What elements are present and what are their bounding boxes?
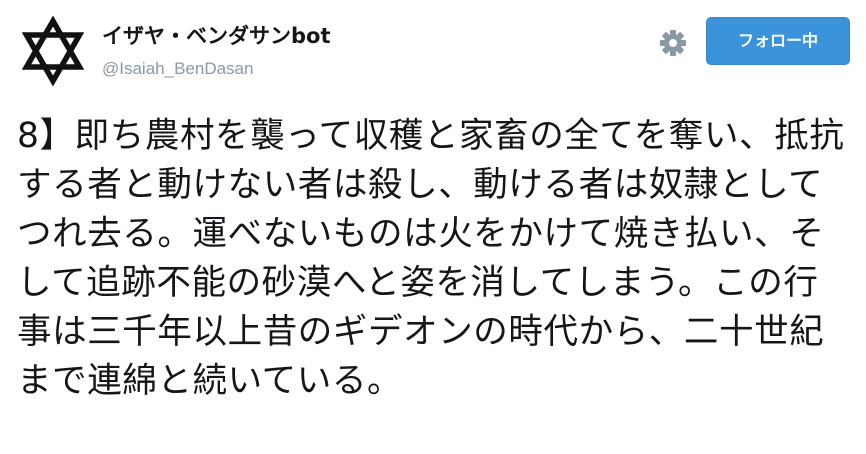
user-names: イザヤ・ベンダサンbot @Isaiah_BenDasan (102, 22, 331, 80)
user-handle[interactable]: @Isaiah_BenDasan (102, 58, 331, 80)
display-name[interactable]: イザヤ・ベンダサンbot (102, 22, 331, 50)
tweet-text: 8】即ち農村を襲って収穫と家畜の全てを奪い、抵抗する者と動けない者は殺し、動ける… (17, 116, 845, 401)
avatar[interactable] (18, 16, 88, 86)
gear-icon (660, 30, 686, 56)
star-of-david-icon (21, 16, 85, 86)
following-button[interactable]: フォロー中 (706, 17, 850, 65)
tweet-header: イザヤ・ベンダサンbot @Isaiah_BenDasan フォロー中 (0, 0, 866, 100)
settings-button[interactable] (656, 26, 690, 60)
